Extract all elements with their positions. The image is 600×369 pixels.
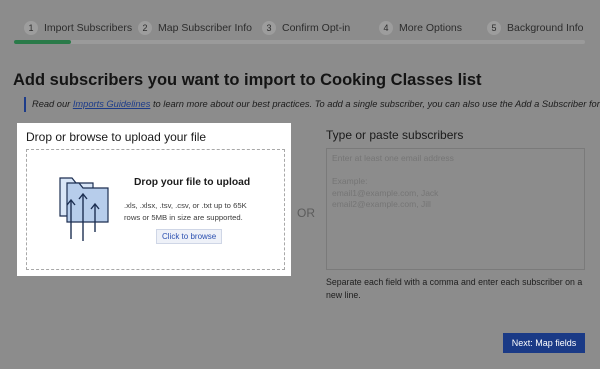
supported-formats-text: .xls, .xlsx, .tsv, .csv, or .txt up to 6… [124,201,247,222]
drop-title: Drop your file to upload [134,177,251,188]
paste-help-text: Separate each field with a comma and ent… [326,277,583,300]
step-number: 1 [24,21,38,35]
step-background-info[interactable]: 5 Background Info [487,20,583,36]
import-stepper: 1 Import Subscribers 2 Map Subscriber In… [0,0,600,46]
progress-track [14,40,585,44]
step-label: Import Subscribers [44,22,133,34]
step-label: Confirm Opt-in [282,22,351,34]
page-title: Add subscribers you want to import to Co… [13,71,482,89]
step-label: Map Subscriber Info [158,22,252,34]
progress-bar [14,40,72,44]
step-number: 2 [138,21,152,35]
paste-heading: Type or paste subscribers [326,128,464,142]
upload-panel: Drop or browse to upload your file Drop … [17,123,291,276]
step-import-subscribers[interactable]: 1 Import Subscribers [24,20,132,36]
step-label: Background Info [507,22,584,34]
imports-guidelines-link[interactable]: Imports Guidelines [73,99,151,109]
step-confirm-opt-in[interactable]: 3 Confirm Opt-in [262,20,350,36]
step-map-subscriber-info[interactable]: 2 Map Subscriber Info [138,20,252,36]
browse-button[interactable]: Click to browse [156,229,223,244]
info-callout: Read our Imports Guidelines to learn mor… [24,97,600,112]
step-label: More Options [399,22,463,34]
info-prefix: Read our [32,99,73,109]
or-divider: OR [297,206,315,220]
step-number: 5 [487,21,501,35]
folder-upload-icon [59,177,109,241]
file-drop-zone[interactable]: Drop your file to upload .xls, .xlsx, .t… [26,149,285,270]
step-more-options[interactable]: 4 More Options [379,20,462,36]
paste-subscribers-field[interactable] [326,148,585,270]
next-map-fields-button[interactable]: Next: Map fields [503,333,585,353]
upload-heading: Drop or browse to upload your file [26,130,207,144]
info-suffix: to learn more about our best practices. … [150,99,600,109]
step-number: 3 [262,21,276,35]
step-number: 4 [379,21,393,35]
